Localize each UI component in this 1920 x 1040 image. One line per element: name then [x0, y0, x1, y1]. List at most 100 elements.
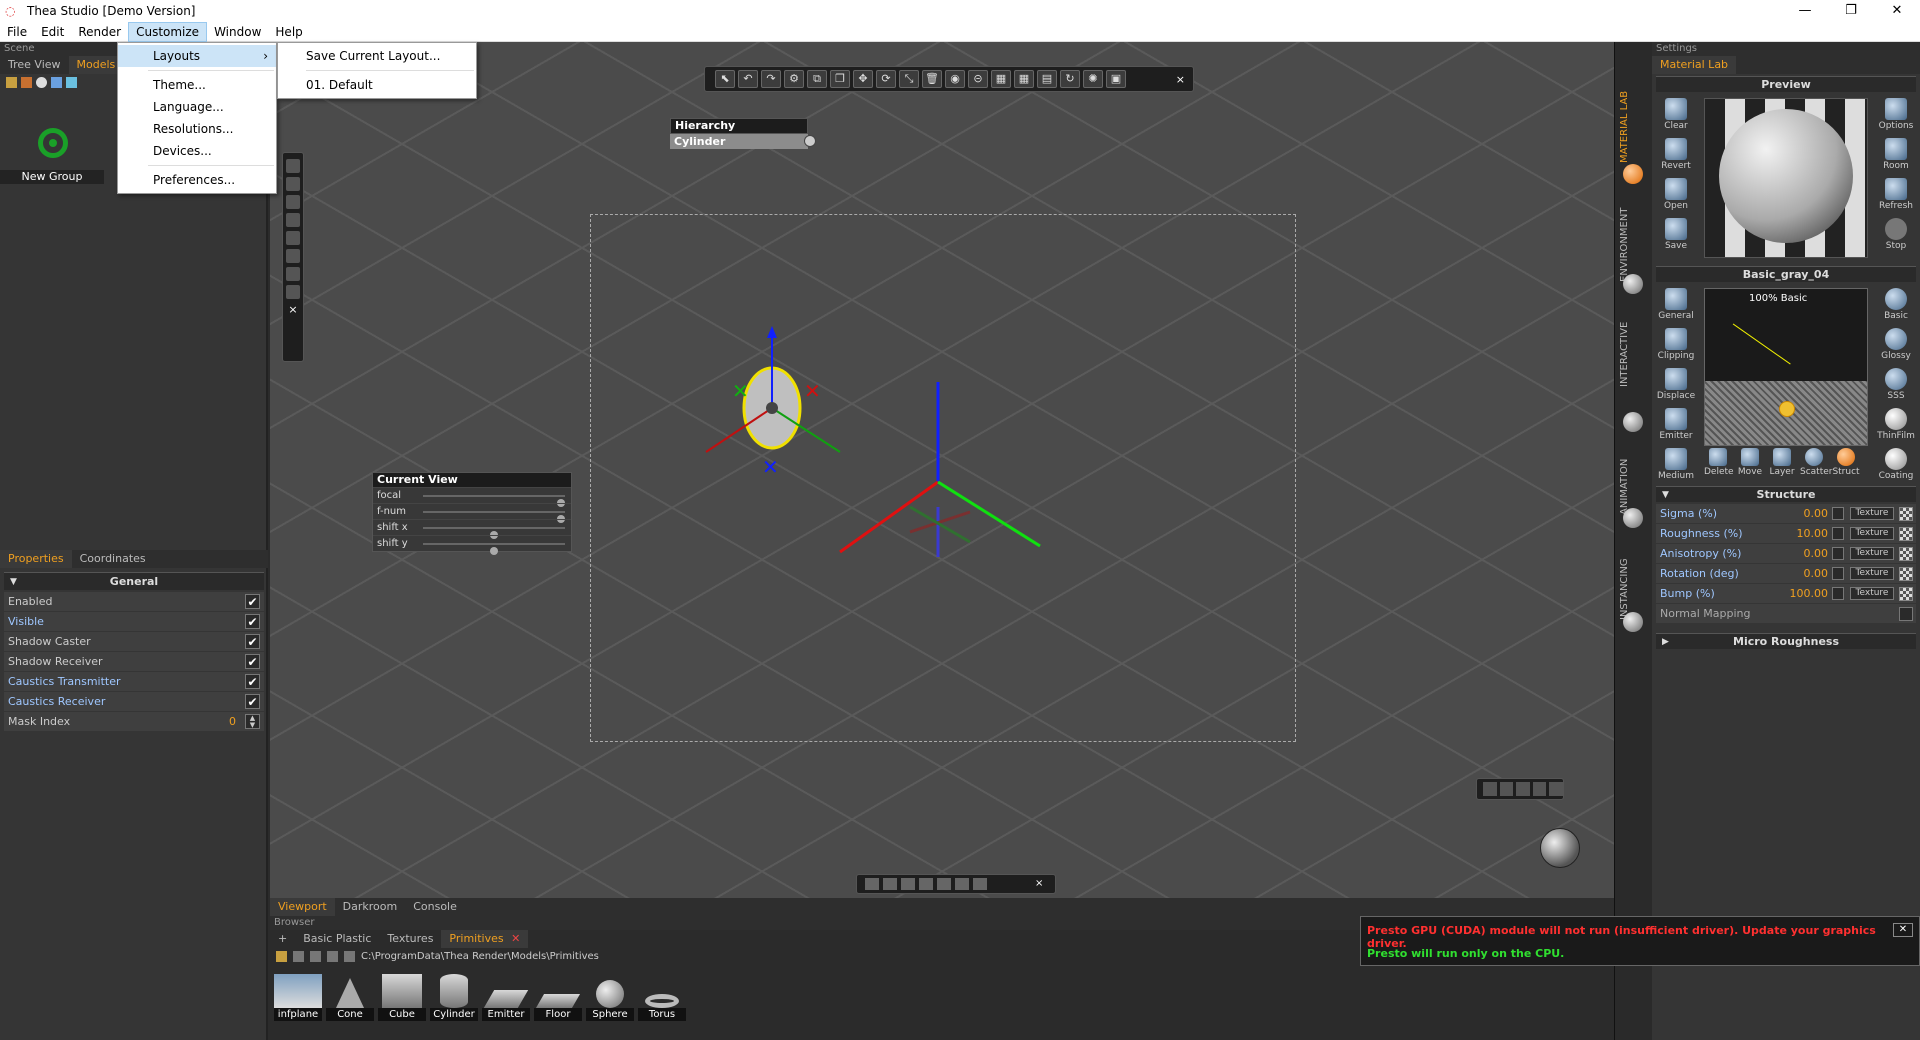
- tab-primitives[interactable]: Primitives ✕: [441, 930, 529, 948]
- group-icon[interactable]: ⧉: [807, 70, 827, 88]
- options-button[interactable]: Options: [1876, 98, 1916, 134]
- folder-icon[interactable]: [310, 950, 321, 962]
- coating-button[interactable]: Coating: [1876, 448, 1916, 484]
- enabled-checkbox[interactable]: ✔: [245, 594, 260, 609]
- minimize-button[interactable]: —: [1782, 0, 1828, 22]
- primitive-floor[interactable]: Floor: [534, 972, 582, 1021]
- sigma-texture-preview[interactable]: [1899, 507, 1913, 521]
- camera-icon[interactable]: ▣: [1106, 70, 1126, 88]
- mask-index-value[interactable]: 0: [229, 712, 236, 731]
- medium-button[interactable]: Medium: [1656, 448, 1696, 484]
- warning-close-button[interactable]: ✕: [1893, 923, 1913, 937]
- roughness-spinner[interactable]: [1832, 527, 1844, 540]
- wand-icon[interactable]: [21, 76, 32, 88]
- nav-axis-x-icon[interactable]: [1499, 782, 1514, 796]
- sigma-spinner[interactable]: [1832, 507, 1844, 520]
- stop-button[interactable]: Stop: [1876, 218, 1916, 254]
- scale-tool-icon[interactable]: ⤡: [899, 70, 919, 88]
- primitive-torus[interactable]: Torus: [638, 972, 686, 1021]
- search-icon[interactable]: [293, 950, 304, 962]
- hierarchy-item[interactable]: Cylinder: [670, 134, 808, 149]
- view-globe-icon[interactable]: [1540, 828, 1580, 868]
- rotation-value[interactable]: 0.00: [1804, 564, 1829, 583]
- primitive-infplane[interactable]: infplane: [274, 972, 322, 1021]
- tab-console[interactable]: Console: [405, 898, 465, 916]
- move-button[interactable]: Move: [1736, 448, 1764, 477]
- anisotropy-texture-button[interactable]: Texture: [1850, 547, 1894, 560]
- mask-index-spinner[interactable]: ▲ ▼: [245, 714, 260, 729]
- sort-icon[interactable]: [51, 76, 62, 88]
- render-toolbar-close-icon[interactable]: ×: [1035, 878, 1049, 890]
- primitive-cylinder[interactable]: Cylinder: [430, 972, 478, 1021]
- bump-texture-button[interactable]: Texture: [1850, 587, 1894, 600]
- anisotropy-texture-preview[interactable]: [1899, 547, 1913, 561]
- grid-view-icon[interactable]: ▦: [991, 70, 1011, 88]
- reset-view-icon[interactable]: [286, 285, 300, 299]
- thinfilm-button[interactable]: ThinFilm: [1876, 408, 1916, 444]
- roughness-texture-preview[interactable]: [1899, 527, 1913, 541]
- micro-roughness-section-header[interactable]: ▶ Micro Roughness: [1656, 633, 1916, 649]
- interactive-icon[interactable]: [1623, 412, 1643, 432]
- undo-icon[interactable]: ↶: [738, 70, 758, 88]
- frame-icon[interactable]: [286, 231, 300, 245]
- rotate-tool-icon[interactable]: ⟳: [876, 70, 896, 88]
- glossy-button[interactable]: Glossy: [1876, 328, 1916, 364]
- material-name[interactable]: Basic_gray_04: [1656, 266, 1916, 282]
- settings-icon[interactable]: ✺: [1083, 70, 1103, 88]
- menu-help[interactable]: Help: [268, 23, 309, 41]
- menu-item-devices[interactable]: Devices...: [118, 140, 276, 162]
- save-icon[interactable]: [327, 950, 338, 962]
- tab-darkroom[interactable]: Darkroom: [335, 898, 406, 916]
- rotation-spinner[interactable]: [1832, 567, 1844, 580]
- bump-texture-preview[interactable]: [1899, 587, 1913, 601]
- fnum-slider[interactable]: [423, 511, 565, 523]
- grid-icon[interactable]: [6, 76, 17, 88]
- struct-button[interactable]: Struct: [1832, 448, 1860, 477]
- group-swirl-icon[interactable]: [38, 128, 68, 158]
- checker-icon[interactable]: [286, 267, 300, 281]
- focal-slider[interactable]: [423, 495, 565, 507]
- orbit-icon[interactable]: [286, 159, 300, 173]
- primitive-cube[interactable]: Cube: [378, 972, 426, 1021]
- menu-window[interactable]: Window: [207, 23, 268, 41]
- roughness-value[interactable]: 10.00: [1797, 524, 1829, 543]
- rotation-texture-preview[interactable]: [1899, 567, 1913, 581]
- save-button[interactable]: Save: [1656, 218, 1696, 254]
- maximize-button[interactable]: ❐: [1828, 0, 1874, 22]
- tab-material-lab-inner[interactable]: Material Lab: [1652, 56, 1737, 74]
- scatter-button[interactable]: Scatter: [1800, 448, 1832, 477]
- bump-spinner[interactable]: [1832, 587, 1844, 600]
- tab-tree-view[interactable]: Tree View: [0, 56, 69, 74]
- tab-properties[interactable]: Properties: [0, 550, 72, 568]
- clear-button[interactable]: Clear: [1656, 98, 1696, 134]
- nav-list-icon[interactable]: [1549, 782, 1563, 796]
- tab-models[interactable]: Models: [68, 56, 124, 74]
- tab-basic-plastic[interactable]: Basic Plastic: [295, 930, 379, 948]
- viewport[interactable]: ✕ ✕ ✕ ⬉ ↶ ↷ ⚙ ⧉ ❐ ✥ ⟳ ⤡ 🗑 ◉ ⊝ ▦ ▦ ▤ ↻ ✺ …: [270, 42, 1614, 898]
- render-region-icon[interactable]: [865, 878, 879, 890]
- roughness-texture-button[interactable]: Texture: [1850, 527, 1894, 540]
- close-button[interactable]: ✕: [1874, 0, 1920, 22]
- delete-icon[interactable]: 🗑: [922, 70, 942, 88]
- layer-label[interactable]: 100% Basic: [1749, 293, 1807, 304]
- menu-item-resolutions[interactable]: Resolutions...: [118, 118, 276, 140]
- layer-button[interactable]: Layer: [1768, 448, 1796, 477]
- render-grid-icon[interactable]: [937, 878, 951, 890]
- visible-checkbox[interactable]: ✔: [245, 614, 260, 629]
- refresh-icon[interactable]: ↻: [1060, 70, 1080, 88]
- layer-stack-view[interactable]: 100% Basic: [1704, 288, 1868, 446]
- nav-axis-z-icon[interactable]: [1532, 782, 1547, 796]
- select-tool-icon[interactable]: ⬉: [715, 70, 735, 88]
- general-button[interactable]: General: [1656, 288, 1696, 324]
- emitter-button[interactable]: Emitter: [1656, 408, 1696, 444]
- open-button[interactable]: Open: [1656, 178, 1696, 214]
- menu-item-save-layout[interactable]: Save Current Layout...: [278, 45, 476, 67]
- caustics-receiver-checkbox[interactable]: ✔: [245, 694, 260, 709]
- sphere-icon[interactable]: [36, 76, 47, 88]
- group-label[interactable]: New Group: [0, 170, 104, 184]
- sigma-value[interactable]: 0.00: [1804, 504, 1829, 523]
- refresh-button[interactable]: Refresh: [1876, 178, 1916, 214]
- nav-axis-icon[interactable]: [1483, 782, 1497, 796]
- redo-icon[interactable]: ↷: [761, 70, 781, 88]
- bump-value[interactable]: 100.00: [1790, 584, 1829, 603]
